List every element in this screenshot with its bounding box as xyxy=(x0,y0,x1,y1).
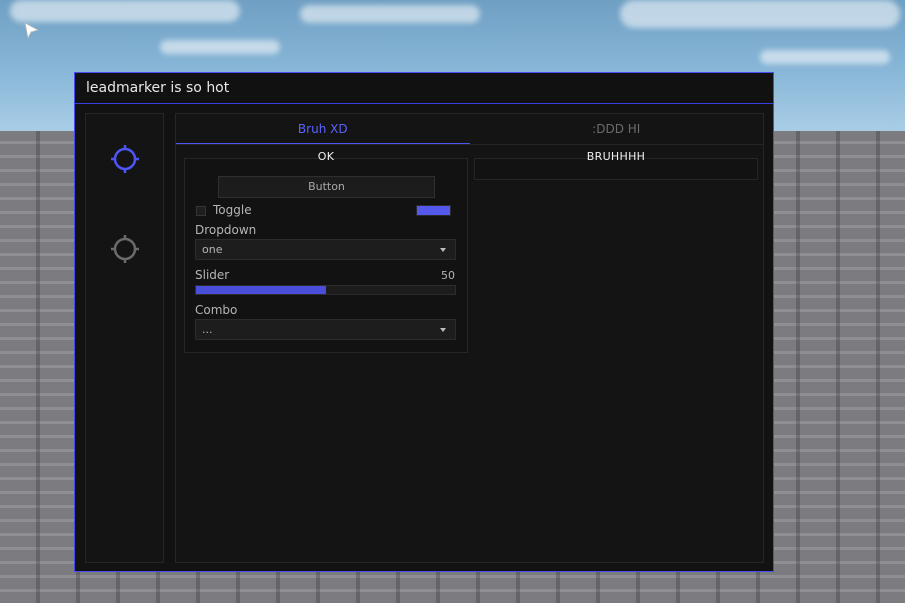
sidebar xyxy=(85,113,164,563)
tab-ddd-hi[interactable]: :DDD HI xyxy=(470,114,764,144)
section-title: BRUHHHH xyxy=(586,150,646,163)
dropdown-label: Dropdown xyxy=(195,223,257,237)
color-picker-swatch[interactable] xyxy=(416,205,451,216)
title-bar[interactable]: leadmarker is so hot xyxy=(75,73,773,104)
slider-label: Slider xyxy=(195,268,230,282)
toggle-label: Toggle xyxy=(213,203,252,217)
section-ok: OK Button Toggle Dropdown one Slider 50 … xyxy=(184,150,468,353)
slider-value: 50 xyxy=(441,269,455,282)
crosshair-icon[interactable] xyxy=(110,234,140,264)
dropdown-value: one xyxy=(202,243,223,256)
combo-label: Combo xyxy=(195,303,238,317)
chevron-down-icon xyxy=(440,248,446,252)
toggle-checkbox[interactable] xyxy=(196,206,206,216)
crosshair-icon[interactable] xyxy=(110,144,140,174)
active-tab-indicator xyxy=(176,143,470,144)
combo-select[interactable]: ... xyxy=(195,319,456,340)
chevron-down-icon xyxy=(440,328,446,332)
section-bruhhhh: BRUHHHH xyxy=(474,150,758,180)
button[interactable]: Button xyxy=(218,176,435,198)
tab-bar: Bruh XD :DDD HI xyxy=(176,114,763,145)
combo-value: ... xyxy=(202,323,213,336)
window-title: leadmarker is so hot xyxy=(86,80,230,96)
tab-bruh-xd[interactable]: Bruh XD xyxy=(176,114,470,144)
slider[interactable] xyxy=(195,285,456,295)
mouse-cursor-icon xyxy=(24,22,40,40)
section-title: OK xyxy=(317,150,335,163)
dropdown-select[interactable]: one xyxy=(195,239,456,260)
ui-window: leadmarker is so hot Bruh XD :DDD HI OK … xyxy=(74,72,774,572)
slider-fill xyxy=(196,286,326,294)
content-panel: Bruh XD :DDD HI OK Button Toggle Dropdow… xyxy=(175,113,764,563)
